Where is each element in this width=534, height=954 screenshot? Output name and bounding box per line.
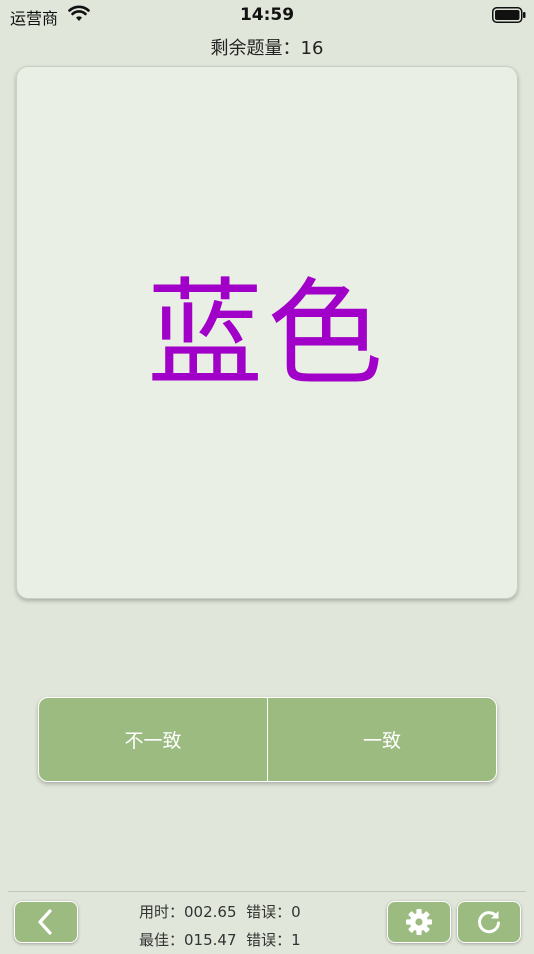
best-value: 015.47 (184, 931, 237, 949)
time-value: 002.65 (184, 903, 237, 921)
stats-panel: 用时：002.65 错误：0 最佳：015.47 错误：1 (139, 898, 301, 954)
answer-buttons: 不一致 一致 (38, 697, 497, 782)
current-stats: 用时：002.65 错误：0 (139, 898, 301, 926)
footer-divider (8, 891, 526, 892)
best-errors-value: 1 (291, 931, 301, 949)
battery-icon (492, 7, 526, 23)
stimulus-word: 蓝色 (147, 266, 387, 402)
refresh-button[interactable] (457, 901, 521, 943)
time-label: 用时： (139, 903, 185, 921)
best-label: 最佳： (139, 931, 185, 949)
back-button[interactable] (14, 901, 78, 943)
status-time: 14:59 (239, 5, 295, 25)
settings-button[interactable] (387, 901, 451, 943)
remaining-value: 16 (300, 38, 324, 59)
chevron-left-icon (38, 909, 52, 935)
word-card: 蓝色 (16, 66, 518, 599)
remaining-label: 剩余题量： (210, 38, 301, 59)
refresh-icon (478, 911, 500, 934)
remaining-count: 剩余题量：16 (0, 34, 534, 60)
errors-value: 0 (291, 903, 301, 921)
inconsistent-button[interactable]: 不一致 (39, 698, 267, 781)
best-errors-label: 错误： (246, 931, 292, 949)
errors-label: 错误： (246, 903, 292, 921)
status-bar: 运营商 14:59 (0, 0, 534, 30)
gear-icon (406, 909, 432, 935)
consistent-button[interactable]: 一致 (268, 698, 496, 781)
